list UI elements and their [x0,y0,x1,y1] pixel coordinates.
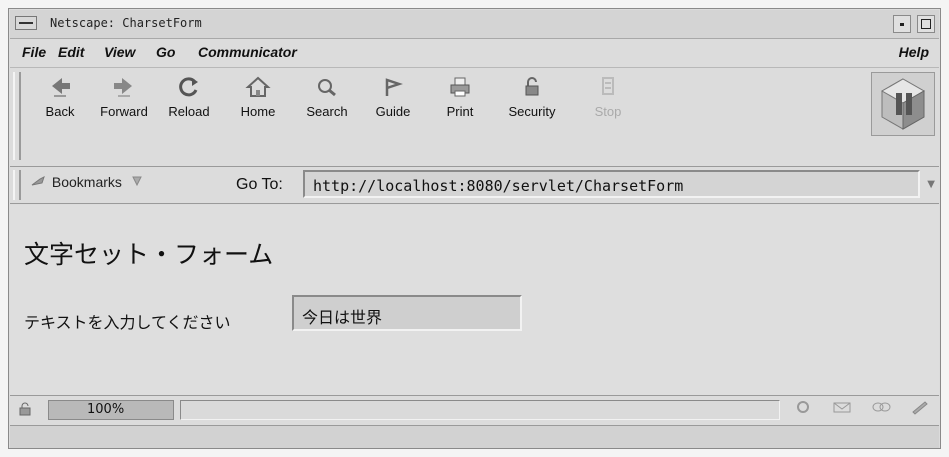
url-dropdown-icon[interactable]: ▼ [927,179,935,190]
security-label: Security [508,104,556,119]
bookmarks-button[interactable]: Bookmarks [30,174,144,190]
discussion-icon[interactable] [870,399,892,415]
back-label: Back [45,104,75,119]
bookmark-arrow-icon [132,176,142,187]
progress-bar: 100% [48,400,174,420]
guide-label: Guide [375,104,411,119]
progress-text: 100% [87,402,125,417]
reload-label: Reload [168,104,210,119]
forward-arrow-icon [114,78,132,97]
minimize-button[interactable] [893,15,911,33]
menu-view[interactable]: View [104,44,135,60]
text-field-label: テキストを入力してください [24,313,231,332]
status-message [180,400,780,420]
menu-file[interactable]: File [22,44,46,60]
bookmarks-label: Bookmarks [51,174,122,190]
printer-icon [450,77,470,97]
component-bar [780,399,931,421]
menu-go[interactable]: Go [156,44,175,60]
print-label: Print [446,104,474,119]
netscape-logo[interactable] [871,72,935,136]
search-icon [318,79,336,97]
print-button[interactable]: Print [438,74,482,119]
navigator-icon[interactable] [792,399,814,415]
stop-label: Stop [594,104,622,119]
window-bottom-strip [10,425,939,448]
stop-button[interactable]: Stop [588,74,628,119]
bookmark-icon [31,176,45,186]
security-status-icon[interactable] [18,402,32,416]
home-icon [245,76,271,97]
back-button[interactable]: Back [38,74,82,119]
mail-icon[interactable] [831,399,853,415]
browser-window: Netscape: CharsetForm File Edit View Go … [8,8,941,449]
security-button[interactable]: Security [500,74,564,119]
maximize-button[interactable] [917,15,935,33]
reload-button[interactable]: Reload [162,74,216,119]
composer-icon[interactable] [909,399,931,415]
padlock-icon [525,77,539,96]
home-button[interactable]: Home [236,74,280,119]
back-arrow-icon [52,78,70,97]
navigation-toolbar: Back Forward Reload Home Search Guide Pr… [10,67,939,167]
guide-button[interactable]: Guide [370,74,416,119]
menu-bar: File Edit View Go Communicator Help [10,41,939,65]
home-label: Home [240,104,276,119]
search-button[interactable]: Search [300,74,354,119]
guide-icon [385,78,403,96]
status-bar: 100% [10,395,939,424]
goto-label: Go To: [236,176,283,193]
url-input[interactable]: http://localhost:8080/servlet/CharsetFor… [303,170,920,198]
location-bar: Bookmarks Go To: http://localhost:8080/s… [10,167,939,204]
page-content: 文字セット・フォーム テキストを入力してください 今日は世界 [10,205,939,395]
forward-label: Forward [100,104,148,119]
location-grip[interactable] [13,170,21,200]
window-menu-button[interactable] [15,16,37,30]
menu-communicator[interactable]: Communicator [198,44,297,60]
text-input[interactable]: 今日は世界 [292,295,522,331]
title-bar: Netscape: CharsetForm [10,10,939,39]
page-title: 文字セット・フォーム [24,240,274,269]
forward-button[interactable]: Forward [94,74,154,119]
reload-icon [179,77,198,97]
stop-icon [602,77,614,95]
menu-edit[interactable]: Edit [58,44,84,60]
menu-help[interactable]: Help [899,44,929,60]
netscape-logo-icon [880,78,926,130]
toolbar-grip[interactable] [13,72,21,160]
window-title: Netscape: CharsetForm [50,16,202,30]
search-label: Search [306,104,348,119]
